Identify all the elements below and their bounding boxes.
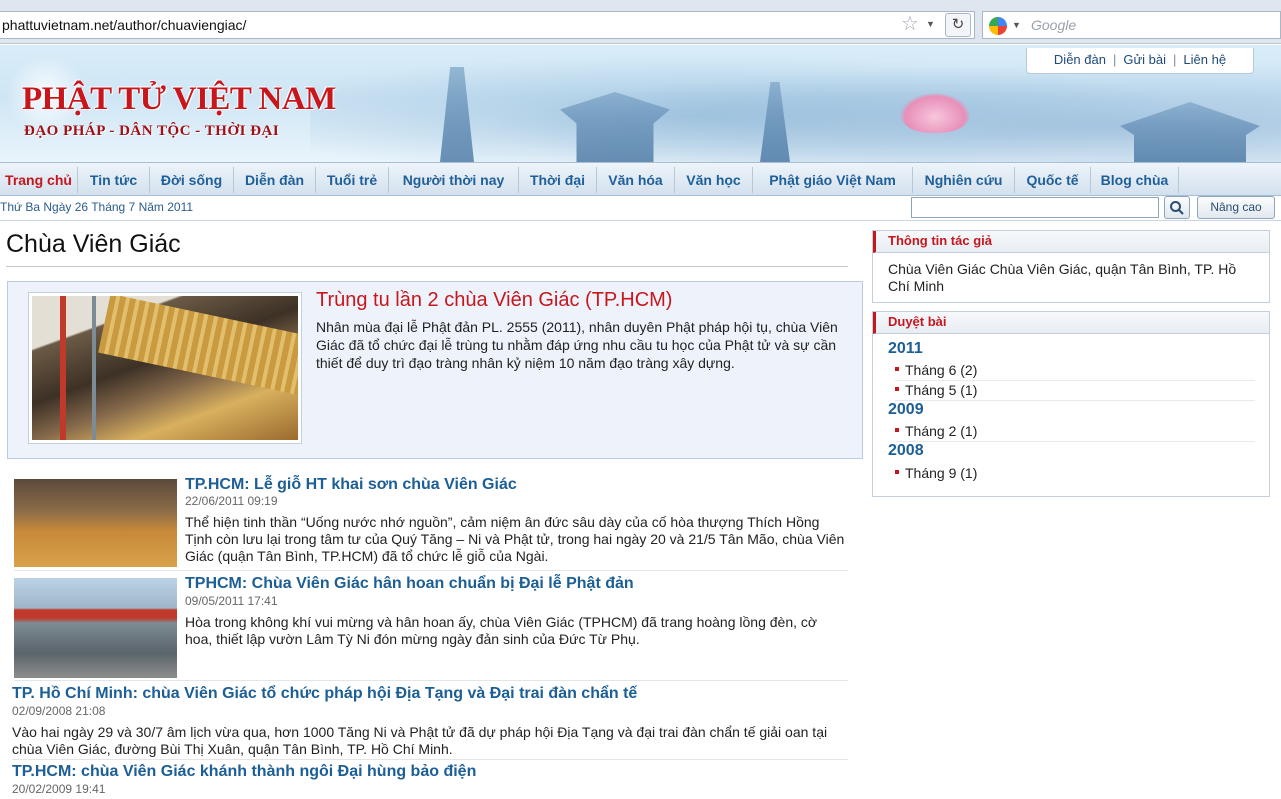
bullet-icon xyxy=(895,470,899,475)
reload-icon[interactable]: ↻ xyxy=(945,13,971,37)
roof-illustration xyxy=(98,296,298,399)
archive-widget: Duyệt bài 2011 Tháng 6 (2) Tháng 5 (1) 2… xyxy=(872,311,1270,497)
archive-month[interactable]: Tháng 6 (2) xyxy=(895,361,1255,381)
magnifier-glyph xyxy=(1170,201,1184,215)
article-thumbnail[interactable] xyxy=(14,479,177,567)
article-date: 22/06/2011 09:19 xyxy=(185,494,278,508)
article-date: 09/05/2011 17:41 xyxy=(185,594,278,608)
url-dropdown-icon[interactable]: ▼ xyxy=(926,12,940,36)
article-title[interactable]: TP.HCM: chùa Viên Giác khánh thành ngôi … xyxy=(12,763,476,781)
current-date: Thứ Ba Ngày 26 Tháng 7 Năm 2011 xyxy=(0,200,194,214)
featured-article-image[interactable] xyxy=(29,293,301,443)
bookmark-star-icon[interactable]: ☆ xyxy=(898,12,922,36)
scaffold-illustration xyxy=(92,296,96,440)
author-info-widget: Thông tin tác giả Chùa Viên Giác Chùa Vi… xyxy=(872,230,1270,303)
link-dien-dan[interactable]: Diễn đàn xyxy=(1054,52,1106,67)
link-gui-bai[interactable]: Gửi bài xyxy=(1123,52,1166,67)
archive-month-label: Tháng 9 (1) xyxy=(905,465,978,481)
site-search-input[interactable] xyxy=(911,197,1159,218)
article-title[interactable]: TP. Hồ Chí Minh: chùa Viên Giác tổ chức … xyxy=(12,685,637,703)
site-logo-title[interactable]: PHẬT TỬ VIỆT NAM xyxy=(22,81,336,118)
archive-month-label: Tháng 6 (2) xyxy=(905,362,978,378)
archive-month[interactable]: Tháng 5 (1) xyxy=(895,381,1255,401)
nav-dien-dan[interactable]: Diễn đàn xyxy=(234,167,316,193)
author-info-text: Chùa Viên Giác Chùa Viên Giác, quận Tân … xyxy=(888,261,1237,294)
bullet-icon xyxy=(895,367,899,372)
nav-van-hoa[interactable]: Văn hóa xyxy=(597,167,675,193)
title-divider xyxy=(6,266,848,267)
archive-year[interactable]: 2011 xyxy=(888,340,923,358)
search-engine-dropdown-icon[interactable]: ▼ xyxy=(1012,12,1021,39)
nav-tin-tuc[interactable]: Tin tức xyxy=(78,167,150,193)
nav-van-hoc[interactable]: Văn học xyxy=(675,167,753,193)
page-title: Chùa Viên Giác xyxy=(6,230,181,258)
article-item: TP.HCM: Lễ giỗ HT khai sơn chùa Viên Giá… xyxy=(14,476,848,571)
link-separator: | xyxy=(1173,52,1177,67)
nav-quoc-te[interactable]: Quốc tế xyxy=(1015,167,1091,193)
article-title[interactable]: TP.HCM: Lễ giỗ HT khai sơn chùa Viên Giá… xyxy=(185,476,517,494)
browser-toolbar: phattuvietnam.net/author/chuaviengiac/ ☆… xyxy=(0,0,1281,44)
link-lien-he[interactable]: Liên hệ xyxy=(1183,52,1226,67)
archive-month[interactable]: Tháng 9 (1) xyxy=(895,464,1255,484)
archive-heading: Duyệt bài xyxy=(873,312,1269,334)
nav-tuoi-tre[interactable]: Tuổi trẻ xyxy=(316,167,389,193)
site-slogan: ĐẠO PHÁP - DÂN TỘC - THỜI ĐẠI xyxy=(24,123,280,139)
browser-search-placeholder: Google xyxy=(1031,17,1077,33)
browser-search-box[interactable]: ▼ Google xyxy=(982,11,1281,39)
author-info-heading: Thông tin tác giả xyxy=(873,231,1269,253)
scaffold-illustration xyxy=(60,296,66,440)
nav-trang-chu[interactable]: Trang chủ xyxy=(0,167,78,193)
bullet-icon xyxy=(895,387,899,392)
lotus-flower-icon xyxy=(900,93,970,133)
article-title[interactable]: TPHCM: Chùa Viên Giác hân hoan chuẩn bị … xyxy=(185,575,634,593)
article-item: TP. Hồ Chí Minh: chùa Viên Giác tổ chức … xyxy=(12,684,848,760)
nav-blog-chua[interactable]: Blog chùa xyxy=(1091,167,1179,193)
article-date: 02/09/2008 21:08 xyxy=(12,704,106,718)
featured-article-title[interactable]: Trùng tu lần 2 chùa Viên Giác (TP.HCM) xyxy=(316,289,672,312)
bullet-icon xyxy=(895,428,899,433)
archive-year[interactable]: 2008 xyxy=(888,442,924,460)
article-description: Thể hiện tinh thần “Uống nước nhớ nguồn”… xyxy=(185,514,845,564)
archive-month-label: Tháng 2 (1) xyxy=(905,423,978,439)
featured-article: Trùng tu lần 2 chùa Viên Giác (TP.HCM) N… xyxy=(7,281,863,459)
google-logo-icon[interactable] xyxy=(989,17,1007,35)
search-icon[interactable] xyxy=(1164,196,1190,219)
nav-phat-giao-viet-nam[interactable]: Phật giáo Việt Nam xyxy=(753,167,913,193)
archive-month[interactable]: Tháng 2 (1) xyxy=(895,422,1255,442)
featured-article-description: Nhân mùa đại lễ Phật đản PL. 2555 (2011)… xyxy=(316,319,838,371)
article-description: Vào hai ngày 29 và 30/7 âm lịch vừa qua,… xyxy=(12,724,828,757)
archive-month-label: Tháng 5 (1) xyxy=(905,382,978,398)
date-search-bar: Thứ Ba Ngày 26 Tháng 7 Năm 2011 Nâng cao xyxy=(0,196,1281,221)
nav-nguoi-thoi-nay[interactable]: Người thời nay xyxy=(389,167,519,193)
url-bar[interactable]: phattuvietnam.net/author/chuaviengiac/ xyxy=(0,11,975,39)
article-date: 20/02/2009 19:41 xyxy=(12,782,106,796)
nav-doi-song[interactable]: Đời sống xyxy=(150,167,234,193)
article-item: TPHCM: Chùa Viên Giác hân hoan chuẩn bị … xyxy=(14,575,848,681)
article-description: Hòa trong không khí vui mừng và hân hoan… xyxy=(185,614,818,647)
link-separator: | xyxy=(1112,52,1117,67)
nav-thoi-dai[interactable]: Thời đại xyxy=(519,167,597,193)
article-item: TP.HCM: chùa Viên Giác khánh thành ngôi … xyxy=(12,762,848,799)
top-links: Diễn đàn | Gửi bài | Liên hệ xyxy=(1026,48,1254,74)
main-nav: Trang chủ Tin tức Đời sống Diễn đàn Tuổi… xyxy=(0,162,1281,196)
archive-year[interactable]: 2009 xyxy=(888,401,924,419)
article-thumbnail[interactable] xyxy=(14,578,177,678)
nav-nghien-cuu[interactable]: Nghiên cứu xyxy=(913,167,1015,193)
advanced-search-button[interactable]: Nâng cao xyxy=(1197,196,1275,219)
